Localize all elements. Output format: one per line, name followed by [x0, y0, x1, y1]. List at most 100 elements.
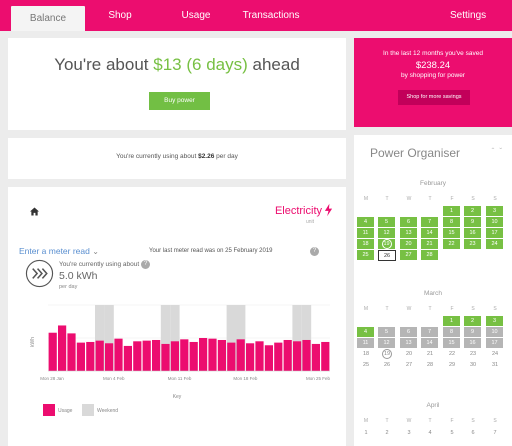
tab-settings[interactable]: Settings — [450, 0, 486, 31]
chart-bar[interactable] — [180, 339, 189, 371]
chart-bar[interactable] — [283, 339, 292, 371]
calendar-day[interactable]: 27 — [400, 360, 418, 371]
calendar-day[interactable]: 27 — [400, 250, 418, 261]
calendar-day[interactable]: 26 — [378, 360, 396, 371]
calendar-day[interactable]: 12 — [378, 338, 396, 349]
tab-balance[interactable]: Balance — [11, 6, 85, 31]
buy-power-button[interactable]: Buy power — [149, 92, 210, 110]
calendar-day[interactable]: 28 — [421, 360, 439, 371]
calendar-day[interactable]: 14 — [421, 228, 439, 239]
chart-bar[interactable] — [86, 341, 95, 371]
chart-bar[interactable] — [199, 338, 208, 371]
calendar-day[interactable]: 3 — [400, 428, 418, 439]
calendar-day[interactable]: 6 — [400, 327, 418, 338]
chart-bar[interactable] — [246, 343, 255, 371]
chevron-down-icon[interactable]: ˇ — [499, 147, 507, 156]
chart-bar[interactable] — [293, 341, 302, 371]
chart-bar[interactable] — [152, 339, 161, 371]
tab-shop[interactable]: Shop — [90, 0, 150, 31]
enter-meter-read-link[interactable]: Enter a meter read ⌄ — [19, 246, 99, 256]
calendar-day[interactable]: 2 — [464, 316, 482, 327]
calendar-today-marker[interactable]: 19 — [382, 349, 392, 359]
calendar-day[interactable]: 16 — [464, 338, 482, 349]
calendar-day[interactable]: 7 — [421, 217, 439, 228]
calendar-day[interactable]: 3 — [486, 206, 504, 217]
calendar-day[interactable]: 1 — [443, 206, 461, 217]
home-icon[interactable] — [30, 207, 39, 216]
shop-savings-button[interactable]: Shop for more savings — [398, 90, 470, 105]
tab-usage[interactable]: Usage — [165, 0, 227, 31]
help-icon[interactable]: ? — [310, 247, 319, 256]
chart-bar[interactable] — [255, 341, 264, 371]
calendar-day[interactable]: 19 — [378, 239, 396, 250]
calendar-day[interactable]: 31 — [486, 360, 504, 371]
chart-bar[interactable] — [105, 343, 114, 371]
calendar-day[interactable]: 5 — [443, 428, 461, 439]
chart-bar[interactable] — [217, 339, 226, 371]
chart-bar[interactable] — [114, 338, 123, 371]
calendar-day[interactable]: 7 — [486, 428, 504, 439]
organiser-arrows[interactable]: ˆˇ — [492, 147, 507, 156]
calendar-day[interactable]: 14 — [421, 338, 439, 349]
calendar-day[interactable]: 24 — [486, 239, 504, 250]
chart-bar[interactable] — [123, 345, 132, 371]
calendar-day[interactable]: 11 — [357, 228, 375, 239]
calendar-day[interactable]: 15 — [443, 338, 461, 349]
chart-bar[interactable] — [67, 333, 76, 371]
calendar-day[interactable]: 8 — [443, 217, 461, 228]
calendar-day[interactable]: 6 — [400, 217, 418, 228]
calendar-day[interactable]: 20 — [400, 349, 418, 360]
chart-bar[interactable] — [170, 341, 179, 371]
calendar-day[interactable]: 6 — [464, 428, 482, 439]
chart-bar[interactable] — [161, 343, 170, 371]
calendar-day[interactable]: 25 — [357, 250, 375, 261]
calendar-day[interactable]: 30 — [464, 360, 482, 371]
calendar-day[interactable]: 22 — [443, 239, 461, 250]
calendar-day[interactable]: 26 — [378, 250, 396, 261]
calendar-day[interactable]: 20 — [400, 239, 418, 250]
calendar-day[interactable]: 22 — [443, 349, 461, 360]
calendar-today-marker[interactable]: 19 — [381, 239, 392, 249]
calendar-day[interactable]: 2 — [464, 206, 482, 217]
help-icon[interactable]: ? — [141, 260, 151, 269]
calendar-day[interactable]: 3 — [486, 316, 504, 327]
calendar-day[interactable]: 29 — [443, 360, 461, 371]
chart-bar[interactable] — [274, 342, 283, 371]
calendar-day[interactable]: 13 — [400, 338, 418, 349]
calendar-day[interactable]: 5 — [378, 327, 396, 338]
calendar-day[interactable]: 21 — [421, 239, 439, 250]
calendar-day[interactable]: 10 — [486, 217, 504, 228]
calendar-day[interactable]: 28 — [421, 250, 439, 261]
calendar-day[interactable]: 4 — [421, 428, 439, 439]
chart-bar[interactable] — [264, 345, 273, 371]
calendar-day[interactable]: 11 — [357, 338, 375, 349]
calendar-day[interactable]: 25 — [357, 360, 375, 371]
calendar-day[interactable]: 4 — [357, 327, 375, 338]
enter-meter-label[interactable]: Enter a meter read — [19, 246, 90, 256]
calendar-day[interactable]: 21 — [421, 349, 439, 360]
chart-bar[interactable] — [236, 339, 245, 371]
chart-bar[interactable] — [208, 338, 217, 371]
calendar-day[interactable]: 12 — [378, 228, 396, 239]
calendar-day[interactable]: 1 — [357, 428, 375, 439]
calendar-day[interactable]: 23 — [464, 239, 482, 250]
calendar-day[interactable]: 9 — [464, 217, 482, 228]
chart-bar[interactable] — [302, 339, 311, 371]
chart-bar[interactable] — [321, 341, 330, 371]
calendar-day[interactable]: 19 — [378, 349, 396, 360]
calendar-day[interactable]: 13 — [400, 228, 418, 239]
calendar-day[interactable]: 8 — [443, 327, 461, 338]
calendar-day[interactable]: 5 — [378, 217, 396, 228]
calendar-day[interactable]: 9 — [464, 327, 482, 338]
calendar-day[interactable]: 1 — [443, 316, 461, 327]
calendar-day[interactable]: 17 — [486, 338, 504, 349]
chart-bar[interactable] — [48, 332, 57, 371]
chart-bar[interactable] — [95, 340, 104, 371]
chart-bar[interactable] — [76, 342, 85, 371]
calendar-day[interactable]: 7 — [421, 327, 439, 338]
calendar-day[interactable]: 16 — [464, 228, 482, 239]
calendar-day[interactable]: 15 — [443, 228, 461, 239]
calendar-day[interactable]: 18 — [357, 349, 375, 360]
calendar-day[interactable]: 2 — [378, 428, 396, 439]
tab-transactions[interactable]: Transactions — [232, 0, 310, 31]
